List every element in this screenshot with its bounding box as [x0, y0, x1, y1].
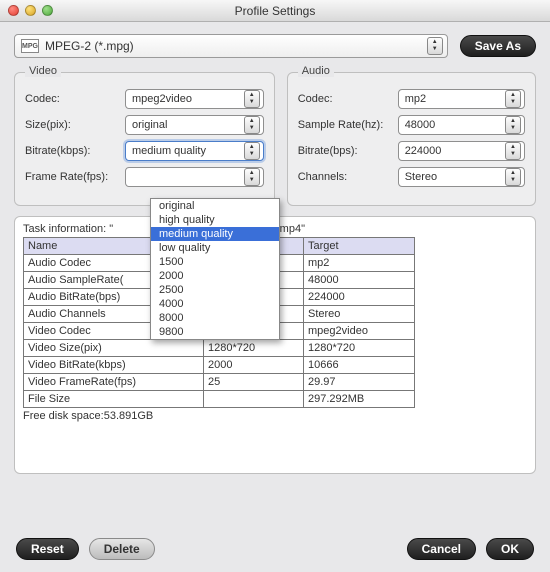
cell-target: 29.97	[304, 374, 415, 391]
cell-target: 297.292MB	[304, 391, 415, 408]
video-framerate-label: Frame Rate(fps):	[25, 171, 125, 183]
table-row: File Size 297.292MB	[24, 391, 415, 408]
dropdown-item[interactable]: 2000	[151, 269, 279, 283]
titlebar: Profile Settings	[0, 0, 550, 22]
stepper-icon: ▲▼	[505, 142, 521, 160]
cell-target: Stereo	[304, 306, 415, 323]
video-group-title: Video	[25, 65, 61, 77]
table-row: Video BitRate(kbps)200010666	[24, 357, 415, 374]
window-title: Profile Settings	[0, 4, 550, 18]
profile-format-icon: MPG	[21, 39, 39, 53]
video-size-select[interactable]: original ▲▼	[125, 115, 264, 135]
cell-name: Video Size(pix)	[24, 340, 204, 357]
stepper-icon: ▲▼	[244, 168, 260, 186]
audio-bitrate-select[interactable]: 224000 ▲▼	[398, 141, 525, 161]
dropdown-item[interactable]: low quality	[151, 241, 279, 255]
cell-source: 1280*720	[204, 340, 304, 357]
free-disk-space: Free disk space:53.891GB	[23, 410, 527, 422]
dropdown-item[interactable]: 4000	[151, 297, 279, 311]
dropdown-item[interactable]: 8000	[151, 311, 279, 325]
dropdown-item[interactable]: high quality	[151, 213, 279, 227]
audio-codec-select[interactable]: mp2 ▲▼	[398, 89, 525, 109]
video-bitrate-dropdown[interactable]: originalhigh qualitymedium qualitylow qu…	[150, 198, 280, 340]
table-row: Video FrameRate(fps)2529.97	[24, 374, 415, 391]
audio-codec-label: Codec:	[298, 93, 398, 105]
cell-target: 10666	[304, 357, 415, 374]
cell-target: 48000	[304, 272, 415, 289]
cell-source	[204, 391, 304, 408]
cell-source: 2000	[204, 357, 304, 374]
col-target: Target	[304, 238, 415, 255]
audio-channels-select[interactable]: Stereo ▲▼	[398, 167, 525, 187]
audio-bitrate-label: Bitrate(bps):	[298, 145, 398, 157]
audio-group-title: Audio	[298, 65, 334, 77]
cell-target: 1280*720	[304, 340, 415, 357]
cell-target: 224000	[304, 289, 415, 306]
save-as-button[interactable]: Save As	[460, 35, 536, 57]
cell-target: mp2	[304, 255, 415, 272]
stepper-icon: ▲▼	[244, 116, 260, 134]
video-codec-select[interactable]: mpeg2video ▲▼	[125, 89, 264, 109]
video-group: Video Codec: mpeg2video ▲▼ Size(pix): or…	[14, 72, 275, 206]
cell-name: Video FrameRate(fps)	[24, 374, 204, 391]
cancel-button[interactable]: Cancel	[407, 538, 476, 560]
cell-name: Video BitRate(kbps)	[24, 357, 204, 374]
dropdown-item[interactable]: 9800	[151, 325, 279, 339]
dropdown-item[interactable]: 1500	[151, 255, 279, 269]
stepper-icon: ▲▼	[505, 168, 521, 186]
audio-samplerate-label: Sample Rate(hz):	[298, 119, 398, 131]
stepper-icon: ▲▼	[244, 90, 260, 108]
audio-channels-label: Channels:	[298, 171, 398, 183]
audio-samplerate-select[interactable]: 48000 ▲▼	[398, 115, 525, 135]
stepper-icon: ▲▼	[505, 90, 521, 108]
video-size-label: Size(pix):	[25, 119, 125, 131]
audio-group: Audio Codec: mp2 ▲▼ Sample Rate(hz): 480…	[287, 72, 536, 206]
video-codec-label: Codec:	[25, 93, 125, 105]
stepper-icon[interactable]: ▲▼	[427, 37, 443, 55]
reset-button[interactable]: Reset	[16, 538, 79, 560]
dropdown-item[interactable]: medium quality	[151, 227, 279, 241]
cell-target: mpeg2video	[304, 323, 415, 340]
video-bitrate-select[interactable]: medium quality ▲▼	[125, 141, 264, 161]
cell-source: 25	[204, 374, 304, 391]
stepper-icon: ▲▼	[244, 142, 260, 160]
table-row: Video Size(pix)1280*7201280*720	[24, 340, 415, 357]
video-framerate-select[interactable]: ▲▼	[125, 167, 264, 187]
profile-select[interactable]: MPG MPEG-2 (*.mpg) ▲▼	[14, 34, 448, 58]
dropdown-item[interactable]: original	[151, 199, 279, 213]
stepper-icon: ▲▼	[505, 116, 521, 134]
cell-name: File Size	[24, 391, 204, 408]
dropdown-item[interactable]: 2500	[151, 283, 279, 297]
delete-button[interactable]: Delete	[89, 538, 155, 560]
video-bitrate-label: Bitrate(kbps):	[25, 145, 125, 157]
profile-select-label: MPEG-2 (*.mpg)	[45, 39, 427, 53]
ok-button[interactable]: OK	[486, 538, 534, 560]
